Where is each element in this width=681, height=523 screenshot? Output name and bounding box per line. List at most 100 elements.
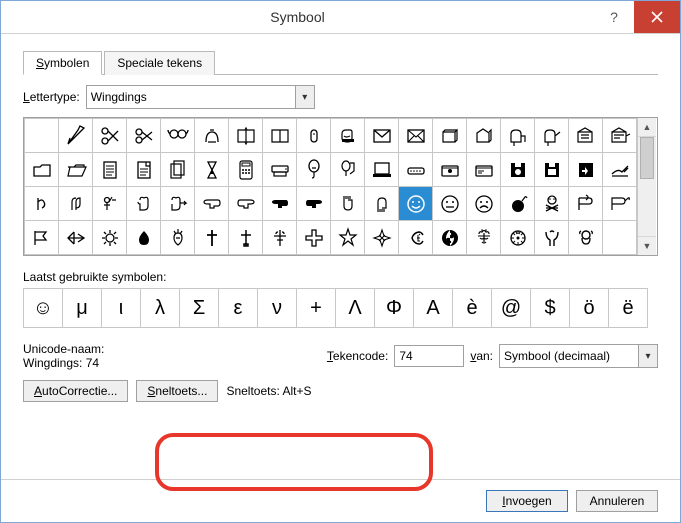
symbol-cell[interactable] (297, 187, 331, 221)
symbol-cell[interactable] (127, 221, 161, 255)
symbol-cell[interactable] (399, 221, 433, 255)
symbol-cell[interactable] (25, 187, 59, 221)
symbol-cell[interactable] (25, 153, 59, 187)
symbol-cell[interactable] (195, 153, 229, 187)
recent-symbol-cell[interactable]: ë (609, 289, 648, 328)
chevron-down-icon[interactable]: ▾ (638, 345, 657, 367)
recent-symbol-cell[interactable]: ε (219, 289, 258, 328)
shortcut-key-button[interactable]: Sneltoets... (136, 380, 218, 402)
symbol-cell[interactable] (263, 221, 297, 255)
symbol-cell[interactable] (501, 221, 535, 255)
symbol-cell[interactable] (501, 153, 535, 187)
symbol-cell[interactable] (127, 187, 161, 221)
symbol-cell[interactable] (331, 187, 365, 221)
symbol-cell[interactable] (331, 119, 365, 153)
symbol-cell[interactable] (501, 187, 535, 221)
symbol-cell[interactable] (433, 119, 467, 153)
symbol-cell[interactable] (297, 153, 331, 187)
symbol-cell[interactable] (603, 153, 637, 187)
symbol-cell[interactable] (603, 119, 637, 153)
recent-symbol-cell[interactable]: ö (570, 289, 609, 328)
symbol-cell[interactable] (467, 221, 501, 255)
symbol-cell[interactable] (535, 221, 569, 255)
symbol-cell[interactable] (263, 119, 297, 153)
symbol-cell[interactable] (467, 153, 501, 187)
symbol-cell[interactable] (433, 221, 467, 255)
help-button[interactable]: ? (594, 1, 634, 33)
tab-symbols[interactable]: Symbolen (23, 51, 102, 75)
recent-symbol-cell[interactable]: λ (141, 289, 180, 328)
symbol-cell[interactable] (569, 119, 603, 153)
scroll-thumb[interactable] (640, 137, 654, 179)
symbol-cell[interactable] (127, 153, 161, 187)
recent-symbol-cell[interactable]: Λ (336, 289, 375, 328)
symbol-cell[interactable] (93, 153, 127, 187)
symbol-cell[interactable] (569, 187, 603, 221)
cancel-button[interactable]: Annuleren (576, 490, 658, 512)
symbol-cell[interactable] (229, 221, 263, 255)
symbol-cell[interactable] (263, 187, 297, 221)
symbol-cell[interactable] (365, 187, 399, 221)
symbol-cell[interactable] (161, 153, 195, 187)
symbol-cell[interactable] (331, 221, 365, 255)
symbol-cell[interactable] (365, 153, 399, 187)
symbol-cell[interactable] (569, 221, 603, 255)
symbol-cell[interactable] (229, 187, 263, 221)
recent-symbol-cell[interactable]: Α (414, 289, 453, 328)
symbol-cell[interactable] (195, 119, 229, 153)
recent-symbol-cell[interactable]: @ (492, 289, 531, 328)
chevron-down-icon[interactable]: ▾ (295, 86, 314, 108)
symbol-cell[interactable] (93, 119, 127, 153)
recent-symbol-cell[interactable]: μ (63, 289, 102, 328)
symbol-grid-scrollbar[interactable]: ▲ ▼ (637, 118, 656, 255)
close-button[interactable] (634, 1, 680, 33)
insert-button[interactable]: Invoegen (486, 490, 568, 512)
from-select[interactable]: ▾ (499, 344, 658, 368)
symbol-cell[interactable] (331, 153, 365, 187)
symbol-cell[interactable] (229, 119, 263, 153)
symbol-cell[interactable] (399, 153, 433, 187)
recent-symbol-cell[interactable]: Σ (180, 289, 219, 328)
symbol-cell[interactable] (59, 221, 93, 255)
font-input[interactable] (87, 87, 295, 107)
symbol-cell[interactable] (263, 153, 297, 187)
scroll-track[interactable] (638, 137, 656, 236)
symbol-cell[interactable] (365, 119, 399, 153)
symbol-cell[interactable] (127, 119, 161, 153)
symbol-cell[interactable] (161, 119, 195, 153)
symbol-cell[interactable] (297, 221, 331, 255)
symbol-cell[interactable] (59, 153, 93, 187)
symbol-cell[interactable] (59, 187, 93, 221)
symbol-cell[interactable] (93, 221, 127, 255)
symbol-cell[interactable] (161, 221, 195, 255)
scroll-up-icon[interactable]: ▲ (638, 118, 656, 137)
recent-symbol-cell[interactable]: è (453, 289, 492, 328)
recent-symbol-cell[interactable]: ι (102, 289, 141, 328)
symbol-cell[interactable] (433, 187, 467, 221)
scroll-down-icon[interactable]: ▼ (638, 236, 656, 255)
symbol-cell[interactable] (25, 119, 59, 153)
symbol-cell[interactable] (365, 221, 399, 255)
recent-symbol-cell[interactable]: Φ (375, 289, 414, 328)
symbol-cell[interactable] (25, 221, 59, 255)
symbol-cell[interactable] (501, 119, 535, 153)
charcode-input[interactable] (394, 345, 464, 367)
symbol-cell[interactable] (59, 119, 93, 153)
symbol-cell[interactable] (297, 119, 331, 153)
symbol-cell[interactable] (535, 153, 569, 187)
symbol-cell[interactable] (195, 221, 229, 255)
symbol-cell selected[interactable] (399, 187, 433, 221)
recent-symbol-cell[interactable]: ☺ (24, 289, 63, 328)
recent-symbol-cell[interactable]: ν (258, 289, 297, 328)
tab-special-chars[interactable]: Speciale tekens (104, 51, 215, 75)
symbol-cell[interactable] (535, 119, 569, 153)
recent-symbol-cell[interactable]: + (297, 289, 336, 328)
font-select[interactable]: ▾ (86, 85, 315, 109)
symbol-cell[interactable] (535, 187, 569, 221)
symbol-cell[interactable] (467, 187, 501, 221)
symbol-cell[interactable] (399, 119, 433, 153)
symbol-cell[interactable] (161, 187, 195, 221)
recent-symbol-cell[interactable]: $ (531, 289, 570, 328)
symbol-cell[interactable] (229, 153, 263, 187)
symbol-cell[interactable] (569, 153, 603, 187)
